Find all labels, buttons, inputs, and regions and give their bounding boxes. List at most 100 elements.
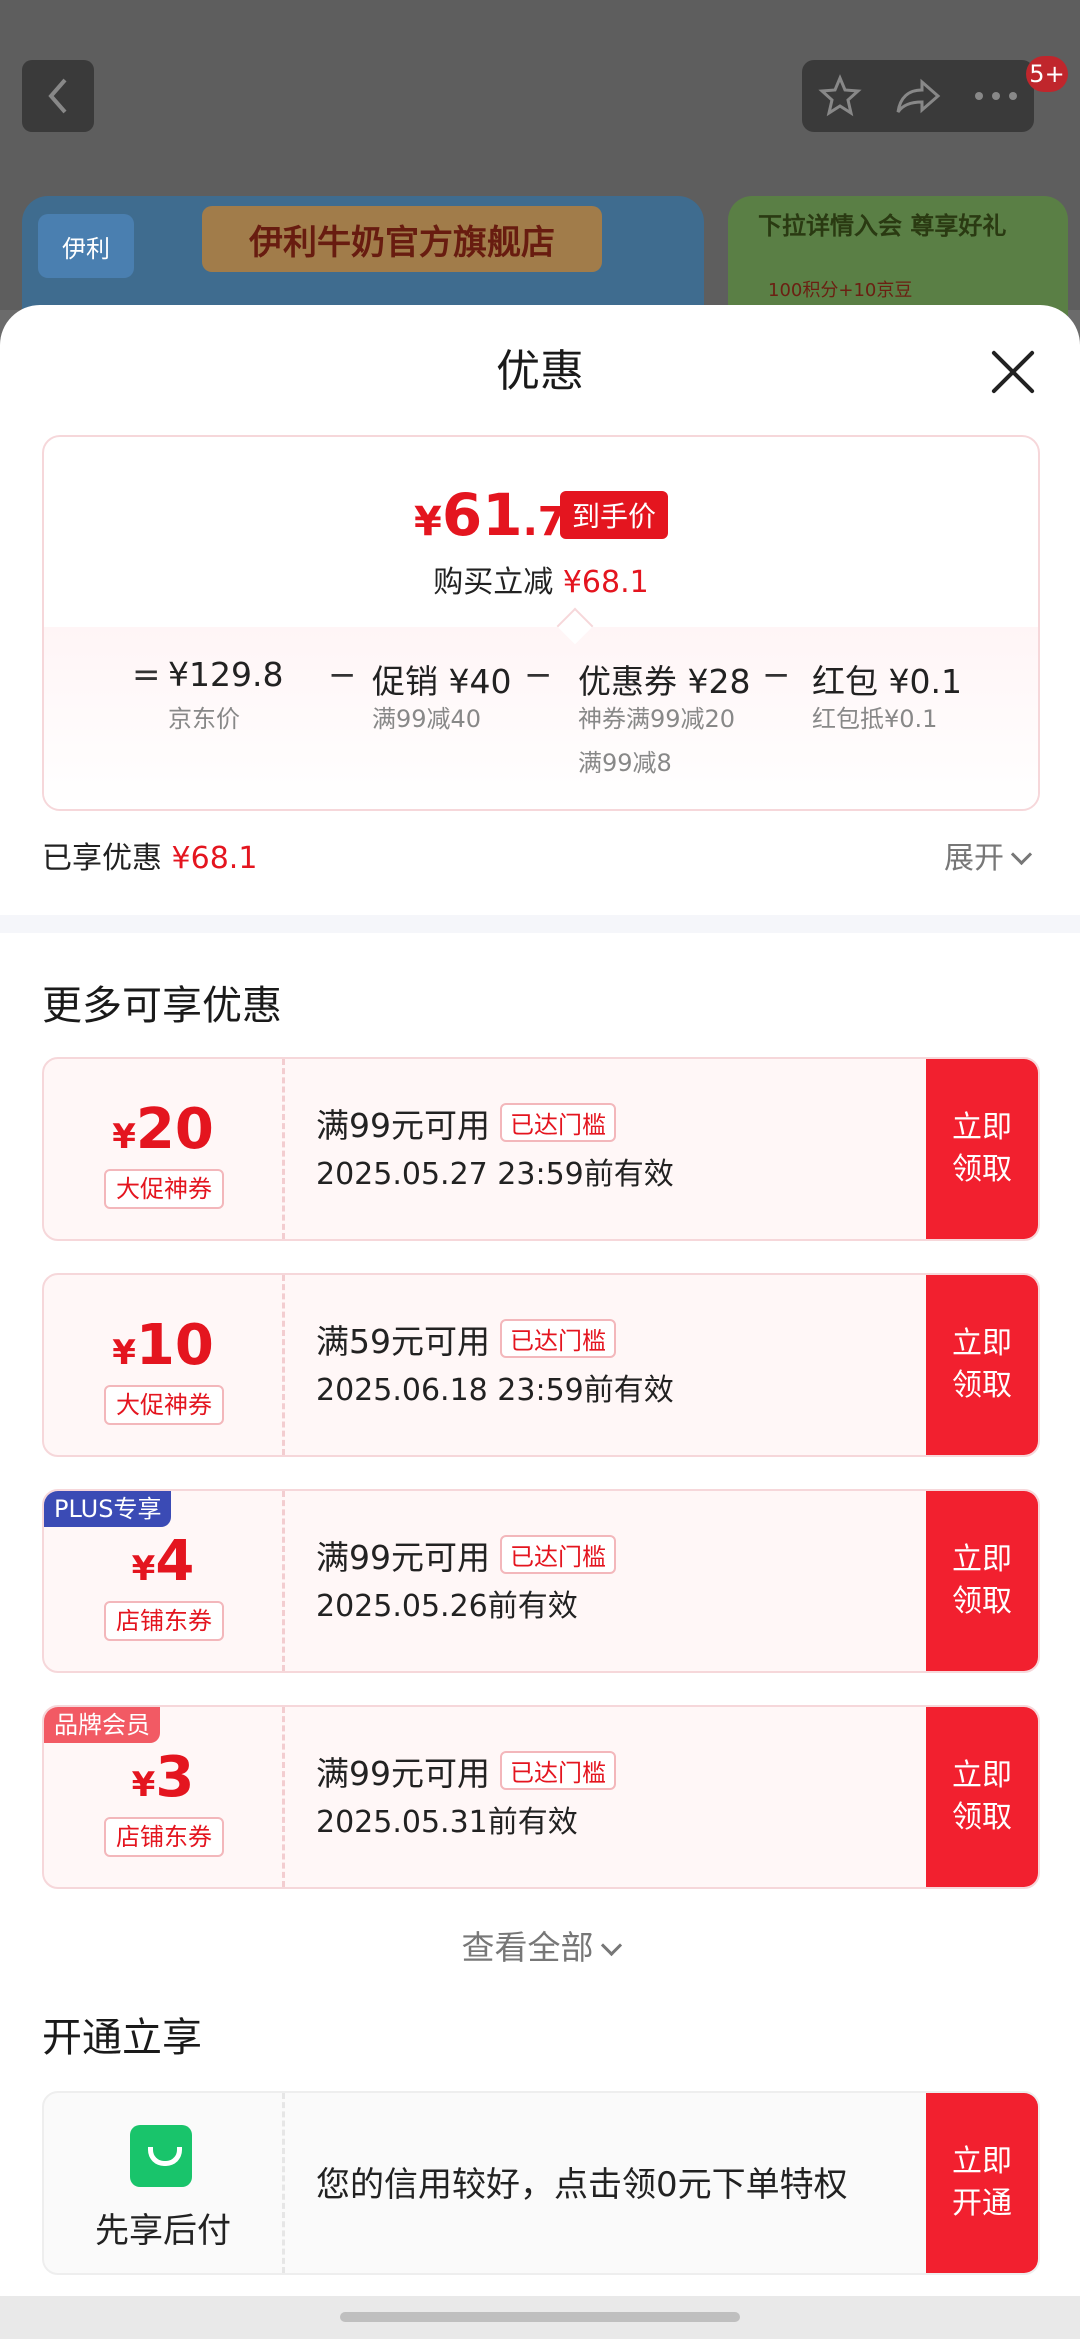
chevron-left-icon bbox=[48, 78, 67, 114]
open-benefits-title: 开通立享 bbox=[42, 2015, 202, 2061]
coupon-condition: 满99元可用 已达门槛 bbox=[316, 1099, 616, 1147]
equals-sign: = bbox=[132, 655, 161, 695]
final-price-currency: ¥ bbox=[414, 499, 442, 545]
membership-text: 100积分+10京豆 bbox=[768, 280, 913, 301]
coupon-card: ¥20 大促神券 满99元可用 已达门槛 2025.05.27 23:59前有效 … bbox=[42, 1057, 1040, 1241]
price-breakdown: = ¥129.8 京东价 − 促销 ¥40 满99减40 − 优惠券 ¥28 神… bbox=[44, 655, 1038, 805]
expand-button[interactable]: 展开 bbox=[944, 833, 1033, 877]
price-summary-card: ¥61.7 到手价 购买立减 ¥68.1 = ¥129.8 京东价 − 促销 ¥… bbox=[42, 435, 1040, 811]
chevron-down-icon bbox=[1010, 843, 1033, 866]
view-all-label: 查看全部 bbox=[461, 1928, 594, 1967]
final-price-tag: 到手价 bbox=[560, 491, 669, 539]
claim-label-line2: 领取 bbox=[952, 1152, 1012, 1187]
claim-label-line1: 立即 bbox=[952, 1326, 1012, 1361]
back-button[interactable] bbox=[22, 60, 94, 132]
expand-label: 展开 bbox=[944, 841, 1004, 876]
breakdown-amount: 优惠券 ¥28 bbox=[578, 662, 751, 701]
coupon-value: 4 bbox=[155, 1529, 195, 1594]
star-icon[interactable] bbox=[818, 74, 862, 118]
coupon-value: 3 bbox=[155, 1745, 195, 1810]
coupon-currency: ¥ bbox=[112, 1333, 136, 1373]
section-divider bbox=[0, 915, 1080, 933]
claim-coupon-button[interactable]: 立即 领取 bbox=[926, 1707, 1038, 1887]
coupon-condition-text: 满99元可用 bbox=[316, 1754, 490, 1793]
coupon-card: ¥10 大促神券 满59元可用 已达门槛 2025.06.18 23:59前有效 … bbox=[42, 1273, 1040, 1457]
breakdown-amount: 红包 ¥0.1 bbox=[812, 662, 962, 701]
more-icon[interactable] bbox=[974, 91, 1018, 101]
close-icon[interactable] bbox=[990, 349, 1036, 395]
claim-coupon-button[interactable]: 立即 领取 bbox=[926, 1275, 1038, 1455]
coupon-card: 品牌会员 ¥3 店铺东券 满99元可用 已达门槛 2025.05.31前有效 立即… bbox=[42, 1705, 1040, 1889]
threshold-tag: 已达门槛 bbox=[500, 1103, 616, 1142]
coupon-expiry: 2025.05.31前有效 bbox=[316, 1805, 578, 1840]
coupon-value: 20 bbox=[135, 1097, 214, 1162]
coupon-condition: 满99元可用 已达门槛 bbox=[316, 1531, 616, 1579]
coupon-condition: 满59元可用 已达门槛 bbox=[316, 1315, 616, 1363]
minus-sign: − bbox=[762, 655, 791, 695]
top-actions bbox=[802, 60, 1034, 132]
claim-label-line2: 领取 bbox=[952, 1800, 1012, 1835]
final-price: ¥61.7 bbox=[414, 481, 566, 549]
threshold-tag: 已达门槛 bbox=[500, 1751, 616, 1790]
activate-button[interactable]: 立即 开通 bbox=[926, 2093, 1038, 2273]
saving-label: 购买立减 bbox=[433, 565, 554, 600]
minus-sign: − bbox=[328, 655, 357, 695]
coupon-type: 大促神券 bbox=[104, 1385, 224, 1425]
coupon-condition-text: 满99元可用 bbox=[316, 1538, 490, 1577]
breakdown-sub: 红包抵¥0.1 bbox=[812, 705, 938, 733]
coupon-card: PLUS专享 ¥4 店铺东券 满99元可用 已达门槛 2025.05.26前有效 … bbox=[42, 1489, 1040, 1673]
minus-sign: − bbox=[524, 655, 553, 695]
coupon-condition: 满99元可用 已达门槛 bbox=[316, 1747, 616, 1795]
claim-label-line1: 立即 bbox=[952, 1542, 1012, 1577]
coupon-amount: ¥4 bbox=[44, 1529, 282, 1594]
chevron-down-icon bbox=[600, 1934, 622, 1957]
coupon-amount: ¥3 bbox=[44, 1745, 282, 1810]
breakdown-sub: 满99减8 bbox=[578, 749, 672, 777]
coupon-expiry: 2025.05.27 23:59前有效 bbox=[316, 1157, 674, 1192]
pay-later-card: 先享后付 您的信用较好，点击领0元下单特权 立即 开通 bbox=[42, 2091, 1040, 2275]
home-indicator[interactable] bbox=[340, 2312, 740, 2322]
brand-member-tag: 品牌会员 bbox=[44, 1707, 160, 1743]
membership-title: 下拉详情入会 尊享好礼 bbox=[758, 212, 1007, 240]
coupon-separator bbox=[282, 1491, 285, 1671]
store-logo: 伊利 bbox=[38, 214, 134, 278]
coupon-value: 10 bbox=[135, 1313, 214, 1378]
sheet-title: 优惠 bbox=[496, 346, 584, 397]
more-discounts-title: 更多可享优惠 bbox=[42, 983, 282, 1029]
card-separator bbox=[282, 2093, 285, 2273]
coupon-expiry: 2025.05.26前有效 bbox=[316, 1589, 578, 1624]
view-all-button[interactable]: 查看全部 bbox=[0, 1921, 1080, 1969]
coupon-condition-text: 满59元可用 bbox=[316, 1322, 490, 1361]
coupon-condition-text: 满99元可用 bbox=[316, 1106, 490, 1145]
coupon-expiry: 2025.06.18 23:59前有效 bbox=[316, 1373, 674, 1408]
coupon-separator bbox=[282, 1059, 285, 1239]
claim-coupon-button[interactable]: 立即 领取 bbox=[926, 1491, 1038, 1671]
claim-label-line2: 领取 bbox=[952, 1368, 1012, 1403]
threshold-tag: 已达门槛 bbox=[500, 1535, 616, 1574]
pay-later-label: 先享后付 bbox=[95, 2211, 231, 2251]
share-icon[interactable] bbox=[894, 76, 942, 116]
enjoyed-label: 已享优惠 bbox=[42, 841, 162, 876]
coupon-amount: ¥10 bbox=[44, 1313, 282, 1378]
coupon-currency: ¥ bbox=[112, 1117, 136, 1157]
message-badge: 5+ bbox=[1026, 56, 1068, 92]
purchase-saving: 购买立减 ¥68.1 bbox=[44, 557, 1038, 601]
breakdown-amount: ¥129.8 bbox=[168, 655, 284, 694]
coupon-separator bbox=[282, 1707, 285, 1887]
claim-coupon-button[interactable]: 立即 领取 bbox=[926, 1059, 1038, 1239]
claim-label-line1: 立即 bbox=[952, 1110, 1012, 1145]
coupon-type: 大促神券 bbox=[104, 1169, 224, 1209]
enjoyed-value: ¥68.1 bbox=[171, 841, 258, 876]
store-title: 伊利牛奶官方旗舰店 bbox=[202, 206, 602, 272]
plus-exclusive-tag: PLUS专享 bbox=[44, 1491, 172, 1527]
saving-value: ¥68.1 bbox=[562, 565, 649, 600]
pay-later-text: 您的信用较好，点击领0元下单特权 bbox=[316, 2165, 848, 2205]
coupon-type: 店铺东券 bbox=[104, 1817, 224, 1857]
enjoyed-discount: 已享优惠 ¥68.1 bbox=[42, 833, 257, 877]
claim-label-line2: 领取 bbox=[952, 1584, 1012, 1619]
coupon-separator bbox=[282, 1275, 285, 1455]
coupon-currency: ¥ bbox=[131, 1549, 156, 1589]
activate-label-line2: 开通 bbox=[952, 2186, 1012, 2221]
claim-label-line1: 立即 bbox=[952, 1758, 1012, 1793]
breakdown-sub: 满99减40 bbox=[372, 705, 482, 733]
